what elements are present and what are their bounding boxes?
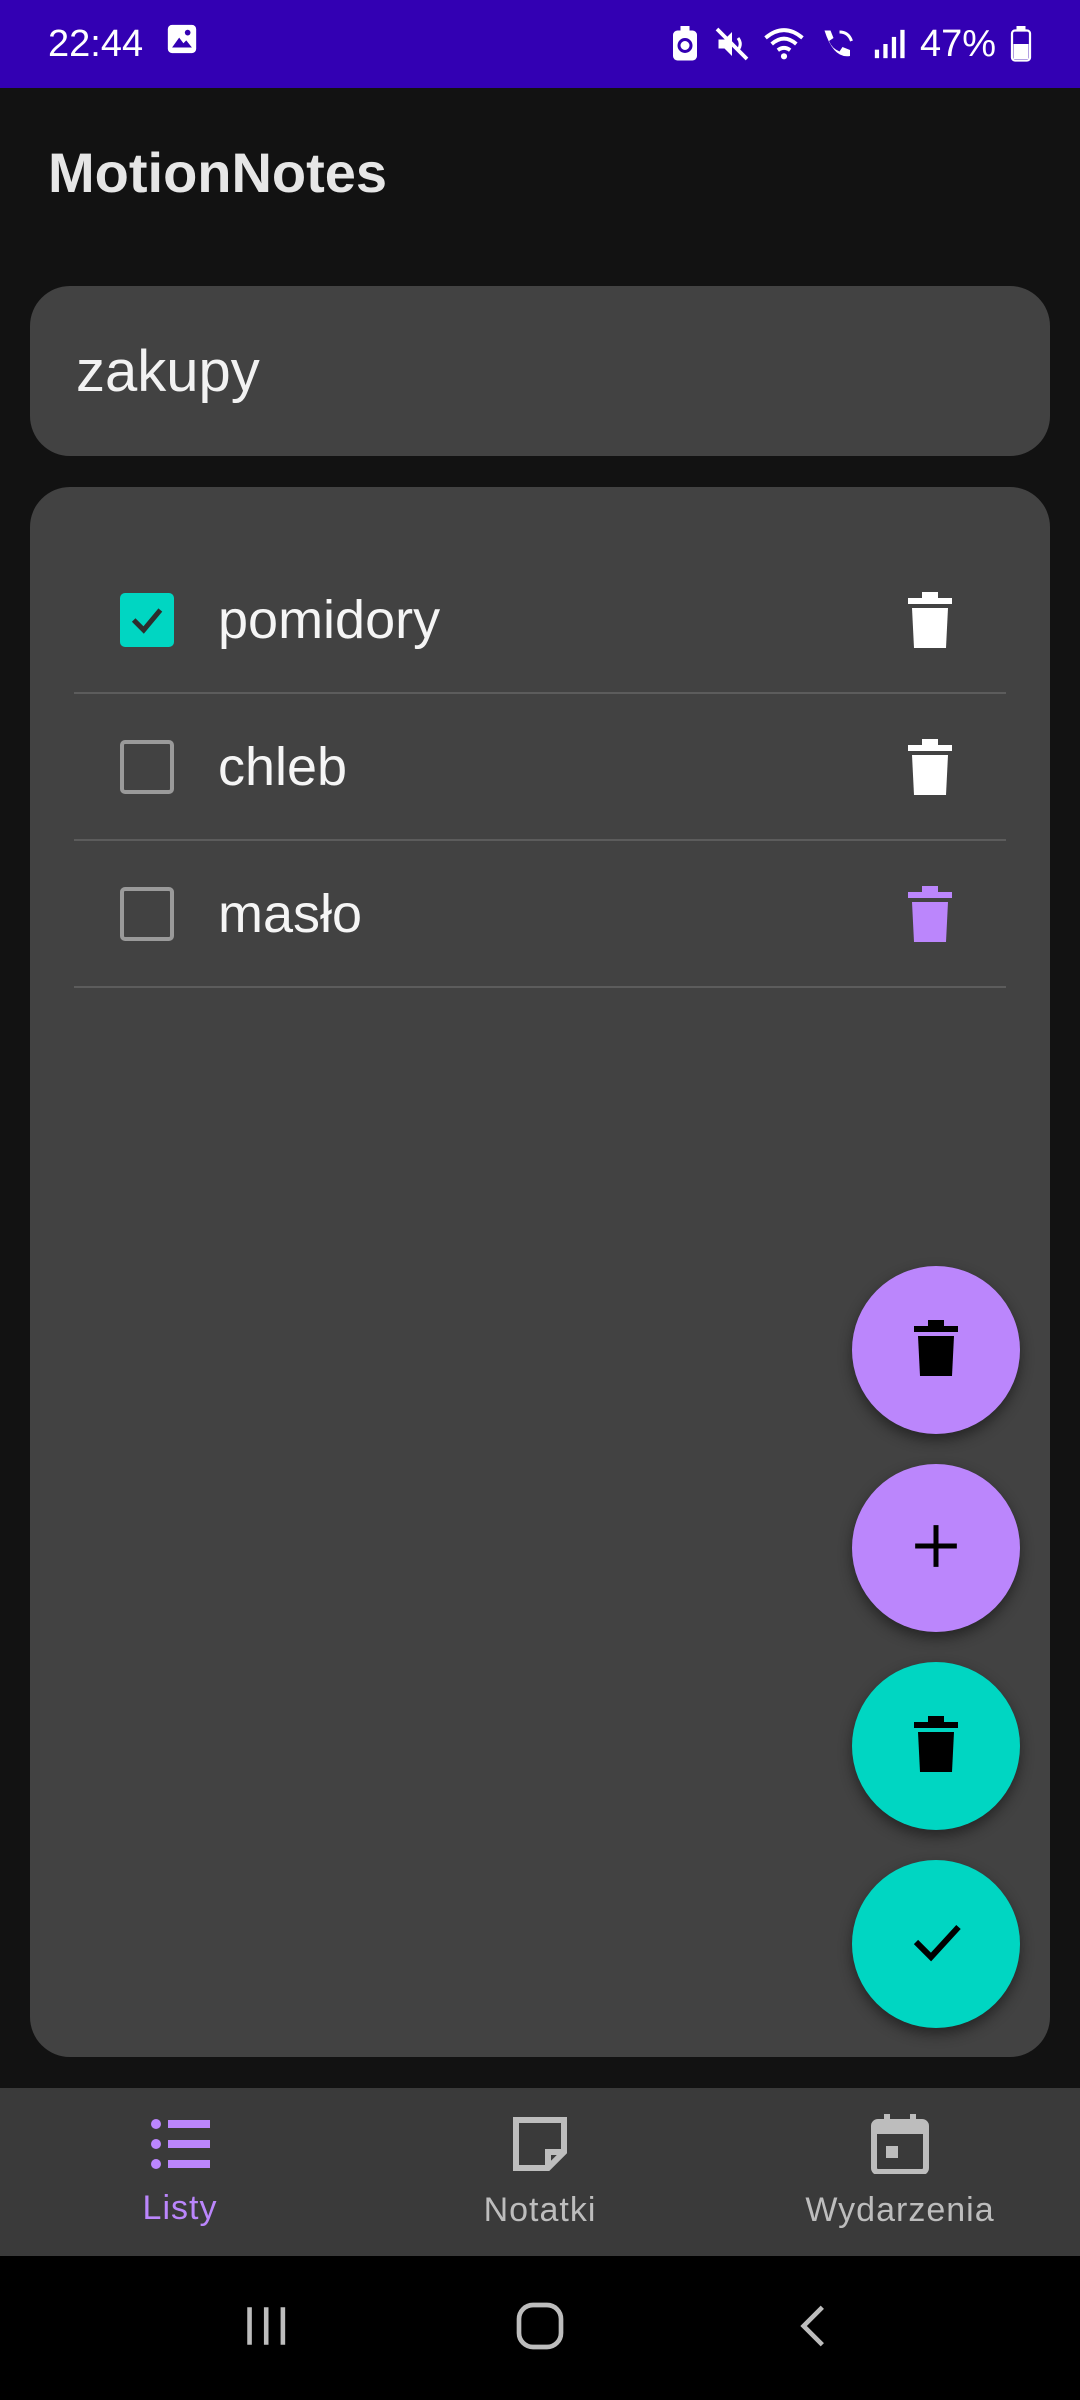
- system-navigation-bar: [0, 2256, 1080, 2400]
- mute-icon: [714, 26, 750, 62]
- list-title-input[interactable]: [76, 337, 976, 405]
- wifi-calling-icon: [818, 26, 858, 62]
- nav-label: Wydarzenia: [805, 2191, 995, 2229]
- back-icon[interactable]: [789, 2301, 839, 2356]
- signal-icon: [872, 27, 906, 61]
- status-right: 47%: [670, 23, 1032, 66]
- nav-item-wydarzenia[interactable]: Wydarzenia: [720, 2088, 1080, 2256]
- app-title: MotionNotes: [48, 141, 388, 204]
- trash-icon[interactable]: [900, 590, 960, 650]
- list-item[interactable]: pomidory: [74, 547, 1006, 694]
- trash-icon: [914, 1319, 958, 1381]
- note-icon: [510, 2114, 570, 2183]
- list-icon: [150, 2116, 210, 2181]
- wifi-icon: [764, 26, 804, 62]
- list-item[interactable]: chleb: [74, 694, 1006, 841]
- trash-icon[interactable]: [900, 737, 960, 797]
- item-label[interactable]: masło: [218, 883, 362, 945]
- list-items: pomidory chleb masło: [74, 547, 1006, 988]
- status-bar: 22:44 47%: [0, 0, 1080, 88]
- item-label[interactable]: pomidory: [218, 589, 440, 651]
- recent-apps-icon[interactable]: [241, 2301, 291, 2356]
- status-left: 22:44: [48, 22, 199, 66]
- nav-label: Listy: [142, 2189, 218, 2227]
- save-fab[interactable]: [852, 1860, 1020, 2028]
- home-icon[interactable]: [512, 2298, 568, 2359]
- nav-label: Notatki: [483, 2191, 597, 2229]
- delete-list-fab[interactable]: [852, 1266, 1020, 1434]
- item-label[interactable]: chleb: [218, 736, 347, 798]
- add-item-fab[interactable]: [852, 1464, 1020, 1632]
- nav-item-listy[interactable]: Listy: [0, 2088, 360, 2256]
- bottom-navigation: Listy Notatki Wydarzenia: [0, 2088, 1080, 2256]
- item-checkbox[interactable]: [120, 739, 174, 794]
- battery-icon: [1010, 26, 1032, 62]
- calendar-icon: [870, 2114, 930, 2183]
- list-items-card: pomidory chleb masło: [30, 487, 1050, 2057]
- list-item[interactable]: masło: [74, 841, 1006, 988]
- delete-checked-fab[interactable]: [852, 1662, 1020, 1830]
- item-checkbox[interactable]: [120, 886, 174, 941]
- trash-icon[interactable]: [900, 884, 960, 944]
- trash-icon: [914, 1715, 958, 1777]
- battery-saver-icon: [670, 26, 700, 62]
- battery-text: 47%: [919, 22, 996, 65]
- item-checkbox[interactable]: [120, 592, 174, 647]
- list-title-card: [30, 286, 1050, 456]
- plus-icon: [911, 1521, 961, 1576]
- gallery-icon: [165, 22, 199, 66]
- status-time: 22:44: [48, 22, 144, 65]
- nav-item-notatki[interactable]: Notatki: [360, 2088, 720, 2256]
- check-icon: [906, 1912, 966, 1977]
